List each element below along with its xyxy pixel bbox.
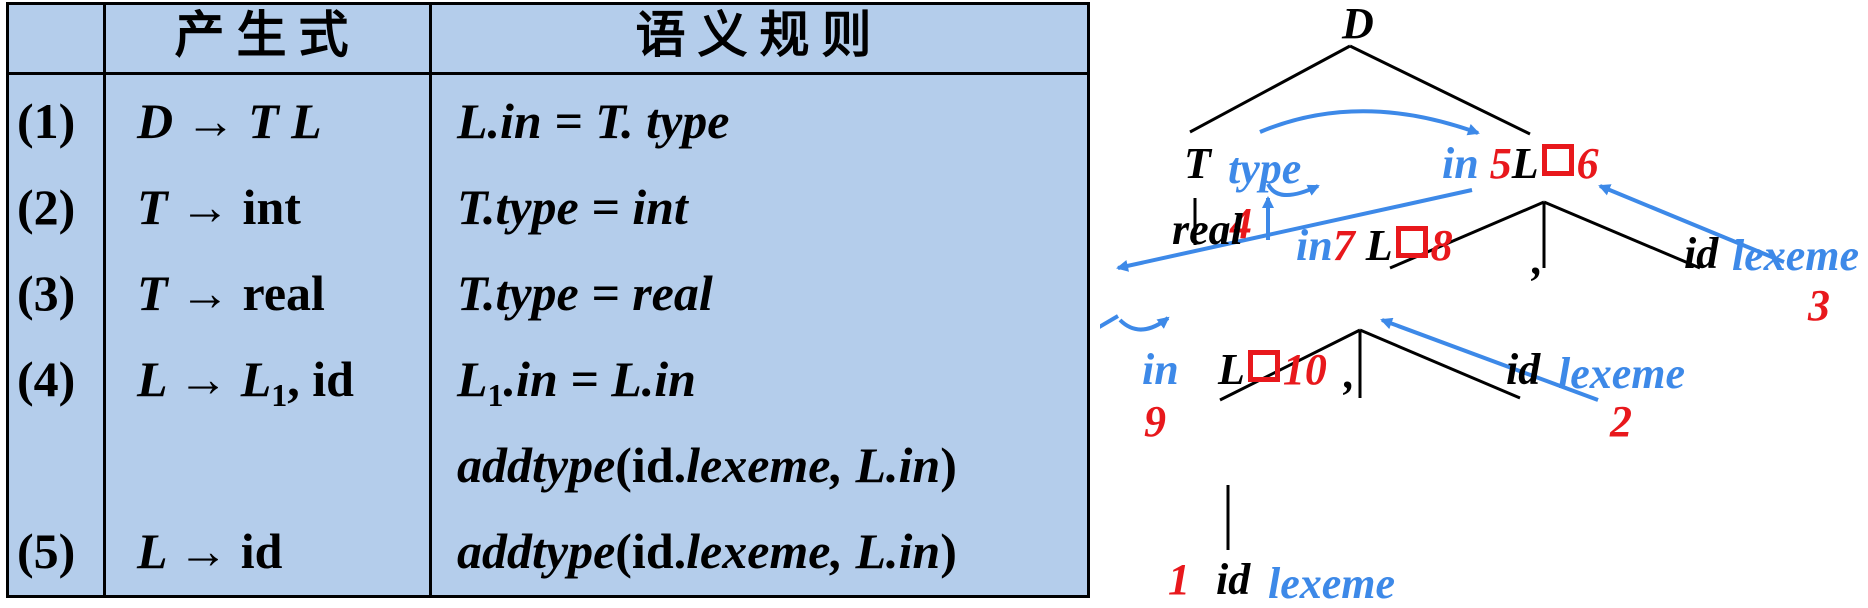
semantic-rules-table: 产生式 语义规则 (1) D → T L L.in = T. type (2) … bbox=[6, 2, 1090, 598]
node-D: D bbox=[1342, 0, 1374, 48]
placeholder-box bbox=[1541, 144, 1574, 176]
node-comma-2: , bbox=[1344, 349, 1355, 398]
node-id-3: id bbox=[1216, 555, 1251, 604]
node-T: T bbox=[1184, 139, 1211, 188]
attr-lexeme-3: lexeme bbox=[1268, 559, 1396, 608]
edge-l-id bbox=[1543, 200, 1701, 270]
attr-lexeme: lexeme bbox=[1732, 231, 1860, 280]
attr-type: type bbox=[1228, 144, 1302, 193]
column-divider bbox=[103, 5, 106, 595]
order-1: 1 bbox=[1168, 555, 1190, 604]
semantic-rule-continued: addtype(id.lexeme, L.in) bbox=[457, 437, 957, 493]
semantic-rule: T.type = real bbox=[457, 265, 713, 321]
row-number: (3) bbox=[17, 265, 76, 321]
annotated-parse-tree: D T type 4 real in 5L 6 in7 L8 , id lexem… bbox=[1100, 0, 1868, 608]
header-divider bbox=[9, 72, 1087, 75]
order-3: 3 bbox=[1808, 281, 1830, 330]
production: T → int bbox=[137, 179, 301, 235]
order-2: 2 bbox=[1610, 397, 1632, 446]
semantic-rule: L1.in = L.in bbox=[457, 351, 696, 413]
production: D → T L bbox=[137, 93, 322, 149]
tree-edges bbox=[1100, 44, 1785, 550]
arrow-in7-to-l bbox=[1118, 316, 1170, 332]
order-9: 9 bbox=[1144, 397, 1166, 446]
arrow-l-to-in9 bbox=[1100, 314, 1120, 329]
placeholder-box bbox=[1247, 350, 1280, 382]
node-L-low-label: L 10 bbox=[1218, 345, 1327, 394]
row-number: (2) bbox=[17, 179, 76, 235]
row-number: (1) bbox=[17, 93, 76, 149]
node-L-root: in 5L 6 bbox=[1442, 139, 1599, 188]
edge-d-t bbox=[1189, 44, 1351, 134]
semantic-rule: T.type = int bbox=[457, 179, 688, 235]
header-semantic-rule: 语义规则 bbox=[635, 6, 884, 64]
header-production: 产生式 bbox=[174, 6, 361, 64]
node-comma: , bbox=[1532, 235, 1543, 284]
column-divider bbox=[429, 5, 432, 595]
semantic-rule: L.in = T. type bbox=[457, 93, 730, 149]
node-id-2: id bbox=[1506, 345, 1541, 394]
production: L → id bbox=[137, 523, 283, 579]
attr-in-9: in bbox=[1142, 345, 1179, 394]
row-number: (4) bbox=[17, 351, 76, 407]
node-id: id bbox=[1684, 229, 1719, 278]
node-L-mid: in7 L8 bbox=[1296, 221, 1453, 270]
placeholder-box bbox=[1395, 226, 1428, 258]
semantic-rule: addtype(id.lexeme, L.in) bbox=[457, 523, 957, 579]
node-real: real bbox=[1172, 205, 1243, 254]
attr-lexeme-2: lexeme bbox=[1558, 349, 1686, 398]
arrow-type-to-in bbox=[1259, 109, 1480, 136]
production: L → L1, id bbox=[137, 351, 354, 413]
production: T → real bbox=[137, 265, 325, 321]
row-number: (5) bbox=[17, 523, 76, 579]
